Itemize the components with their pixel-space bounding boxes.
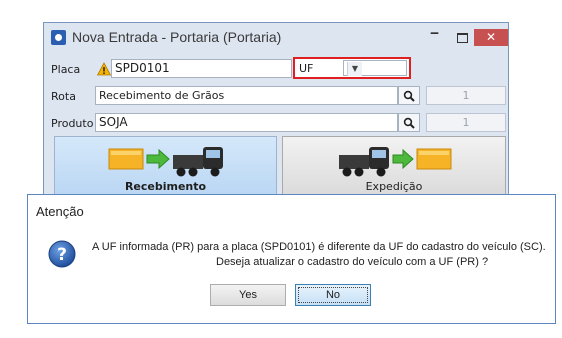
chevron-down-icon[interactable]: ▼ (347, 62, 362, 76)
produto-search-button[interactable] (398, 113, 420, 132)
window-title: Nova Entrada - Portaria (Portaria) (72, 29, 282, 45)
dialog-body (28, 225, 555, 323)
truck-unload-icon (108, 147, 223, 177)
no-button[interactable]: No (295, 284, 371, 306)
warning-icon (97, 62, 111, 76)
placa-input[interactable]: SPD0101 (111, 59, 292, 78)
question-icon: ? (48, 240, 76, 268)
title-bar[interactable]: Nova Entrada - Portaria (Portaria) ‒ ✕ (44, 23, 508, 53)
svg-text:?: ? (57, 245, 67, 265)
truck-load-icon (339, 147, 452, 177)
app-icon (51, 30, 66, 45)
uf-label: UF (299, 62, 314, 75)
close-button[interactable]: ✕ (474, 29, 508, 46)
rota-input[interactable]: Recebimento de Grãos (95, 86, 398, 105)
expedicao-button[interactable]: Expedição (282, 136, 506, 198)
minimize-button[interactable]: ‒ (430, 26, 439, 42)
rota-search-button[interactable] (398, 86, 420, 105)
recebimento-label: Recebimento (124, 180, 207, 193)
placa-input-value: SPD0101 (115, 61, 170, 75)
produto-input[interactable]: SOJA (95, 113, 398, 132)
uf-highlight: UF PR ▼ (293, 57, 411, 79)
produto-input-value: SOJA (99, 115, 128, 129)
maximize-button[interactable] (457, 33, 468, 43)
search-icon (403, 117, 415, 129)
rota-input-value: Recebimento de Grãos (99, 89, 225, 102)
dialog-message-line2: Deseja atualizar o cadastro do veículo c… (216, 256, 489, 268)
search-icon (403, 90, 415, 102)
yes-button[interactable]: Yes (210, 284, 286, 306)
rota-number-field: 1 (426, 86, 506, 105)
confirm-dialog: Atenção ? A UF informada (PR) para a pla… (27, 194, 556, 324)
recebimento-button[interactable]: Recebimento (54, 136, 277, 198)
rota-label: Rota (51, 90, 76, 103)
dialog-message-line1: A UF informada (PR) para a placa (SPD010… (92, 241, 546, 253)
placa-label: Placa (51, 63, 81, 76)
dialog-title: Atenção (36, 204, 84, 219)
dialog-title-bar[interactable]: Atenção (28, 195, 555, 225)
main-window: Nova Entrada - Portaria (Portaria) ‒ ✕ P… (43, 22, 509, 198)
uf-select[interactable]: PR ▼ (343, 60, 407, 76)
produto-number-field: 1 (426, 113, 506, 132)
produto-label: Produto (51, 117, 94, 130)
expedicao-label: Expedição (365, 180, 423, 193)
